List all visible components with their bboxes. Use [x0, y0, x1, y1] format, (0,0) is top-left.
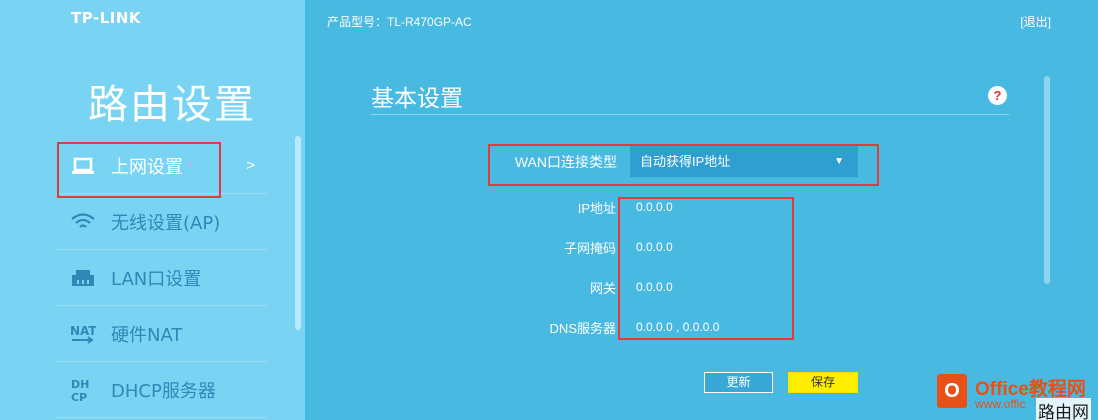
sidebar-item-label: 硬件NAT	[111, 324, 183, 346]
watermark-site: 路由网	[1036, 398, 1091, 420]
main-panel: 产品型号：TL-R470GP-AC [退出] 基本设置 ? WAN口连接类型 自…	[305, 0, 1098, 420]
chevron-right-icon: >	[246, 157, 255, 174]
refresh-button[interactable]: 更新	[704, 372, 773, 393]
sidebar-item-lan[interactable]: LAN口设置	[57, 250, 267, 306]
highlight-box-menu	[57, 142, 221, 198]
page-title: 基本设置	[371, 86, 463, 112]
gateway-label: 网关	[589, 281, 616, 296]
subnet-label: 子网掩码	[563, 241, 616, 256]
sidebar-item-dhcp[interactable]: DH CP DHCP服务器	[57, 362, 267, 418]
sidebar: TP-LINK 路由设置 上网设置 > 无线设置(AP) LAN口设置 NAT	[0, 0, 305, 420]
sidebar-item-label: LAN口设置	[111, 268, 202, 290]
sidebar-item-nat[interactable]: NAT 硬件NAT	[57, 306, 267, 362]
dhcp-icon: DH CP	[69, 378, 97, 403]
svg-text:CP: CP	[71, 391, 87, 403]
wifi-icon	[69, 210, 97, 234]
save-button[interactable]: 保存	[788, 372, 858, 393]
title-divider	[371, 114, 1009, 115]
svg-text:DH: DH	[71, 378, 89, 391]
office-logo-icon: O	[937, 374, 967, 408]
highlight-box-values	[618, 197, 794, 340]
model-label: 产品型号：TL-R470GP-AC	[327, 15, 472, 29]
sidebar-item-wireless[interactable]: 无线设置(AP)	[57, 194, 267, 250]
help-icon[interactable]: ?	[988, 86, 1007, 105]
lan-icon	[69, 266, 97, 290]
dns-label: DNS服务器	[549, 321, 616, 336]
ip-label: IP地址	[577, 201, 616, 216]
svg-text:NAT: NAT	[70, 324, 96, 338]
logout-link[interactable]: [退出]	[1020, 13, 1051, 30]
sidebar-item-label: 无线设置(AP)	[111, 212, 221, 234]
sidebar-title: 路由设置	[88, 82, 256, 128]
sidebar-item-label: DHCP服务器	[111, 380, 216, 402]
nat-icon: NAT	[69, 322, 97, 346]
main-scrollbar[interactable]	[1044, 76, 1050, 284]
tp-link-logo: TP-LINK	[71, 9, 142, 27]
watermark-url: www.offic	[975, 397, 1026, 411]
highlight-box-wan	[488, 144, 879, 186]
sidebar-scrollbar[interactable]	[295, 136, 301, 330]
watermark: O Office教程网 www.offic 路由网	[930, 372, 1098, 420]
